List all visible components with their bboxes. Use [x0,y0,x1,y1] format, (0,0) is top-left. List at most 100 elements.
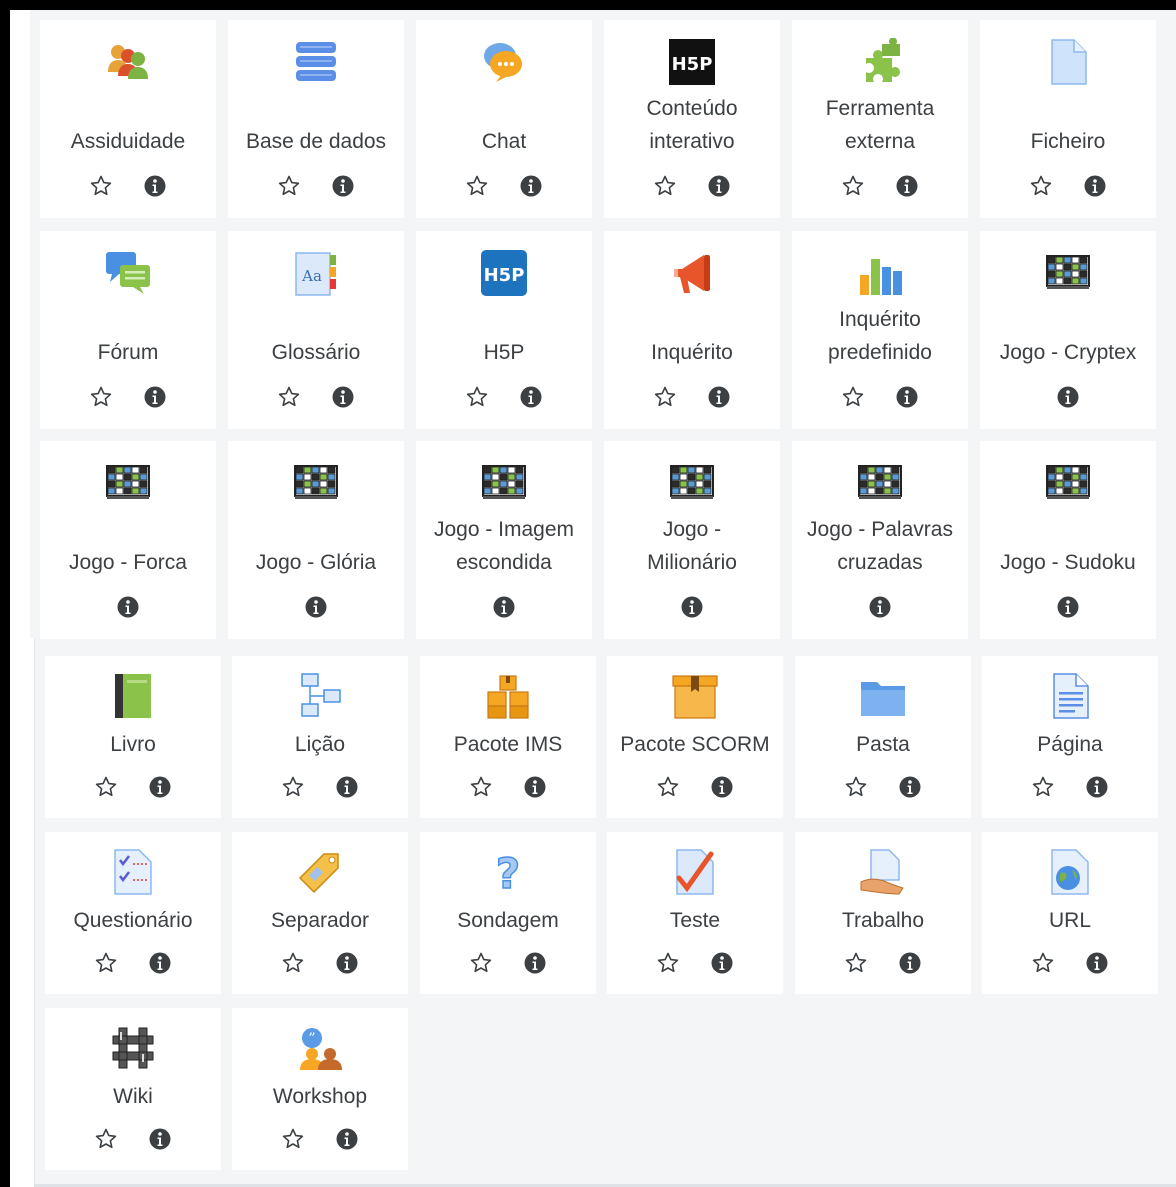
info-circle-icon[interactable] [519,385,543,409]
activity-tile-página[interactable]: Página [982,656,1158,818]
activity-tile-teste[interactable]: Teste [607,832,783,994]
info-circle-icon[interactable] [898,775,922,799]
activity-name: Workshop [272,1085,368,1108]
activity-tile-jogo-cryptex[interactable]: Jogo - Cryptex [980,231,1156,429]
url-globe-icon [1046,848,1094,896]
activity-tile-wiki[interactable]: Wiki [45,1008,221,1170]
info-circle-icon[interactable] [148,951,172,975]
info-circle-icon[interactable] [335,775,359,799]
star-outline-icon[interactable] [469,951,493,975]
info-circle-icon[interactable] [710,775,734,799]
star-outline-icon[interactable] [281,775,305,799]
activity-name: Jogo - Sudoku [1000,551,1136,574]
info-circle-icon[interactable] [304,595,328,619]
info-circle-icon[interactable] [148,1127,172,1151]
info-circle-icon[interactable] [1056,595,1080,619]
info-circle-icon[interactable] [519,174,543,198]
star-outline-icon[interactable] [469,775,493,799]
info-circle-icon[interactable] [1083,174,1107,198]
activity-tile-conteúdo-interativo[interactable]: H5P Conteúdo interativo [604,20,780,218]
info-circle-icon[interactable] [868,595,892,619]
activity-tile-inquérito-predefinido[interactable]: Inquérito predefinido [792,231,968,429]
activity-tile-fórum[interactable]: Fórum [40,231,216,429]
star-outline-icon[interactable] [281,951,305,975]
activity-tile-inquérito[interactable]: Inquérito [604,231,780,429]
activity-tile-pacote-scorm[interactable]: Pacote SCORM [607,656,783,818]
info-circle-icon[interactable] [1085,951,1109,975]
activity-tile-jogo-palavras-cruzadas[interactable]: Jogo - Palavras cruzadas [792,441,968,639]
info-circle-icon[interactable] [707,385,731,409]
activity-tile-jogo-forca[interactable]: Jogo - Forca [40,441,216,639]
star-outline-icon[interactable] [656,775,680,799]
chat-icon [480,38,528,86]
star-outline-icon[interactable] [89,385,113,409]
info-circle-icon[interactable] [148,775,172,799]
activity-tile-questionário[interactable]: Questionário [45,832,221,994]
activity-tile-url[interactable]: URL [982,832,1158,994]
activity-tile-jogo-glória[interactable]: Jogo - Glória [228,441,404,639]
star-outline-icon[interactable] [844,775,868,799]
info-circle-icon[interactable] [707,174,731,198]
info-circle-icon[interactable] [143,174,167,198]
activity-tile-assiduidade[interactable]: Assiduidade [40,20,216,218]
activity-tile-workshop[interactable]: ” Workshop [232,1008,408,1170]
activity-tile-chat[interactable]: Chat [416,20,592,218]
star-outline-icon[interactable] [94,951,118,975]
info-circle-icon[interactable] [1056,385,1080,409]
info-circle-icon[interactable] [523,951,547,975]
star-outline-icon[interactable] [653,385,677,409]
info-circle-icon[interactable] [331,385,355,409]
activity-tile-pasta[interactable]: Pasta [795,656,971,818]
star-outline-icon[interactable] [1031,951,1055,975]
info-circle-icon[interactable] [335,951,359,975]
info-circle-icon[interactable] [331,174,355,198]
info-circle-icon[interactable] [895,174,919,198]
activity-tile-livro[interactable]: Livro [45,656,221,818]
tile-actions [45,775,221,799]
star-outline-icon[interactable] [465,174,489,198]
info-circle-icon[interactable] [1085,775,1109,799]
activity-name: Trabalho [841,909,925,932]
activity-tile-jogo-milionário[interactable]: Jogo - Milionário [604,441,780,639]
star-outline-icon[interactable] [281,1127,305,1151]
activity-tile-trabalho[interactable]: Trabalho [795,832,971,994]
star-outline-icon[interactable] [1031,775,1055,799]
info-circle-icon[interactable] [335,1127,359,1151]
activity-name-line-1: Jogo - [662,518,722,541]
activity-tile-jogo-imagem-escondida[interactable]: Jogo - Imagem escondida [416,441,592,639]
activity-tile-h5p[interactable]: H5P H5P [416,231,592,429]
activity-tile-lição[interactable]: Lição [232,656,408,818]
activity-tile-separador[interactable]: Separador [232,832,408,994]
star-outline-icon[interactable] [465,385,489,409]
star-outline-icon[interactable] [94,775,118,799]
activity-tile-ficheiro[interactable]: Ficheiro [980,20,1156,218]
info-circle-icon[interactable] [898,951,922,975]
activity-tile-jogo-sudoku[interactable]: Jogo - Sudoku [980,441,1156,639]
star-outline-icon[interactable] [844,951,868,975]
star-outline-icon[interactable] [89,174,113,198]
tile-actions [792,385,968,409]
activity-tile-sondagem[interactable]: ? Sondagem [420,832,596,994]
info-circle-icon[interactable] [680,595,704,619]
star-outline-icon[interactable] [94,1127,118,1151]
activity-tile-pacote-ims[interactable]: Pacote IMS [420,656,596,818]
info-circle-icon[interactable] [710,951,734,975]
star-outline-icon[interactable] [1029,174,1053,198]
activity-tile-ferramenta-externa[interactable]: Ferramenta externa [792,20,968,218]
info-circle-icon[interactable] [895,385,919,409]
activity-name-line-1: Conteúdo [646,97,738,120]
activity-tile-base-de-dados[interactable]: Base de dados [228,20,404,218]
star-outline-icon[interactable] [277,174,301,198]
star-outline-icon[interactable] [841,385,865,409]
star-outline-icon[interactable] [841,174,865,198]
star-outline-icon[interactable] [277,385,301,409]
info-circle-icon[interactable] [523,775,547,799]
info-circle-icon[interactable] [116,595,140,619]
info-circle-icon[interactable] [492,595,516,619]
label-tag-icon [296,848,344,896]
info-circle-icon[interactable] [143,385,167,409]
activity-name: Ficheiro [1030,130,1106,153]
activity-tile-glossário[interactable]: Aa Glossário [228,231,404,429]
star-outline-icon[interactable] [653,174,677,198]
star-outline-icon[interactable] [656,951,680,975]
